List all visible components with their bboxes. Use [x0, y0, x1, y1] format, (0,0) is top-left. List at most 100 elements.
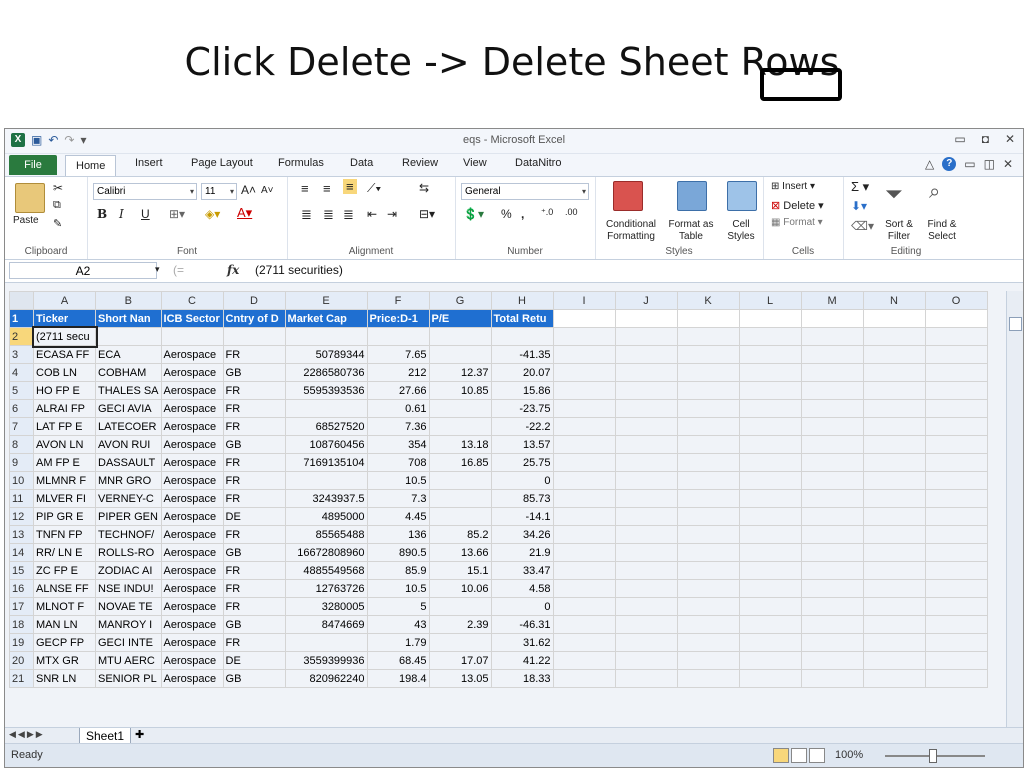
cell[interactable] [614, 435, 678, 454]
cell[interactable] [490, 327, 554, 346]
increase-indent-icon[interactable]: ⇥ [387, 207, 397, 221]
cell[interactable]: ECASA FF [33, 345, 96, 364]
cell[interactable] [614, 399, 678, 418]
cell[interactable] [862, 363, 926, 382]
cell[interactable]: 15.1 [428, 561, 492, 580]
cell[interactable] [222, 327, 286, 346]
cell[interactable]: 25.75 [490, 453, 554, 472]
cell[interactable] [738, 597, 802, 616]
cell[interactable]: Aerospace [160, 543, 224, 562]
cell[interactable]: 212 [366, 363, 430, 382]
minimize-icon[interactable]: ▭ [954, 132, 965, 146]
cell[interactable]: 50789344 [284, 345, 368, 364]
cell[interactable] [738, 543, 802, 562]
cell[interactable] [738, 309, 802, 328]
cell[interactable]: Aerospace [160, 489, 224, 508]
cell[interactable]: 4.45 [366, 507, 430, 526]
cell[interactable]: 43 [366, 615, 430, 634]
cell[interactable]: HO FP E [33, 381, 96, 400]
cell[interactable]: 34.26 [490, 525, 554, 544]
cell[interactable]: 10.85 [428, 381, 492, 400]
cell[interactable]: 0 [490, 471, 554, 490]
cell[interactable]: Ticker [33, 309, 96, 328]
cell[interactable]: Aerospace [160, 399, 224, 418]
cell[interactable]: 10.5 [366, 579, 430, 598]
sheet-nav-arrows-icon[interactable]: ◀◀▶▶ [9, 729, 45, 740]
cell[interactable] [800, 489, 864, 508]
cell[interactable] [552, 399, 616, 418]
cell[interactable] [738, 633, 802, 652]
column-header[interactable]: K [676, 291, 740, 310]
wrap-text-icon[interactable]: ⇆ [419, 181, 429, 195]
normal-view-icon[interactable] [773, 748, 789, 763]
cell-styles-button[interactable]: Cell Styles [721, 219, 761, 243]
cell[interactable]: Aerospace [160, 561, 224, 580]
cell[interactable] [552, 525, 616, 544]
cell[interactable]: 18.33 [490, 669, 554, 688]
cell[interactable] [614, 417, 678, 436]
cell[interactable] [676, 399, 740, 418]
vertical-scrollbar[interactable] [1006, 291, 1023, 727]
cell[interactable]: MTU AERC [95, 651, 162, 670]
cell[interactable]: Total Retu [490, 309, 554, 328]
cell[interactable] [924, 471, 988, 490]
cell[interactable]: GECI INTE [95, 633, 162, 652]
cell[interactable]: 13.57 [490, 435, 554, 454]
cell[interactable]: Aerospace [160, 525, 224, 544]
cell[interactable] [738, 417, 802, 436]
cell[interactable]: 7.65 [366, 345, 430, 364]
cell[interactable]: GB [222, 363, 286, 382]
cell[interactable]: AVON RUI [95, 435, 162, 454]
clear-icon[interactable]: ⌫▾ [851, 219, 874, 233]
row-header[interactable]: 21 [9, 669, 34, 688]
table-row[interactable]: 7 LAT FP E LATECOER Aerospace FR 68527520 7.36… [9, 417, 988, 436]
column-header[interactable]: E [284, 291, 368, 310]
cell[interactable] [676, 525, 740, 544]
cell[interactable] [800, 381, 864, 400]
cell[interactable] [800, 669, 864, 688]
cell[interactable] [924, 363, 988, 382]
underline-button[interactable]: U [141, 207, 150, 221]
table-row[interactable]: 10 MLMNR F MNR GRO Aerospace FR 10.5 0 [9, 471, 988, 490]
cell[interactable] [738, 489, 802, 508]
cell[interactable] [614, 669, 678, 688]
workbook-close-icon[interactable]: ✕ [1003, 157, 1013, 171]
cell[interactable]: -46.31 [490, 615, 554, 634]
cell[interactable] [924, 345, 988, 364]
cell[interactable] [614, 345, 678, 364]
name-box-dropdown-icon[interactable]: ▾ [155, 264, 160, 275]
cell[interactable] [676, 579, 740, 598]
select-all-corner[interactable] [9, 291, 34, 310]
cell[interactable]: ICB Sector [160, 309, 224, 328]
cell[interactable] [800, 615, 864, 634]
table-row[interactable]: 15 ZC FP E ZODIAC AI Aerospace FR 4885549568 8… [9, 561, 988, 580]
cell[interactable]: Market Cap [284, 309, 368, 328]
cell[interactable] [676, 453, 740, 472]
cell[interactable] [676, 417, 740, 436]
cell[interactable]: GB [222, 435, 286, 454]
cell[interactable]: LAT FP E [33, 417, 96, 436]
cell[interactable]: 5 [366, 597, 430, 616]
cell[interactable]: -14.1 [490, 507, 554, 526]
cell[interactable]: 136 [366, 525, 430, 544]
orientation-icon[interactable]: ⟋▾ [367, 181, 381, 196]
insert-function-icon[interactable]: fx [227, 263, 239, 277]
help-icon[interactable]: ? [942, 157, 957, 171]
cell[interactable]: Aerospace [160, 453, 224, 472]
merge-center-icon[interactable]: ⊟▾ [419, 207, 435, 221]
cell[interactable] [924, 507, 988, 526]
cell[interactable] [800, 435, 864, 454]
row-header[interactable]: 17 [9, 597, 34, 616]
cell[interactable] [862, 309, 926, 328]
cut-icon[interactable]: ✂ [53, 181, 63, 195]
cell[interactable]: 1.79 [366, 633, 430, 652]
cell[interactable] [800, 543, 864, 562]
cell[interactable] [614, 615, 678, 634]
cell[interactable] [552, 417, 616, 436]
cell[interactable] [738, 399, 802, 418]
column-header[interactable]: F [366, 291, 430, 310]
cell[interactable] [738, 453, 802, 472]
find-select-icon[interactable]: ⌕ [929, 181, 940, 204]
paste-button[interactable]: Paste [13, 215, 39, 226]
tab-page-layout[interactable]: Page Layout [191, 157, 253, 169]
